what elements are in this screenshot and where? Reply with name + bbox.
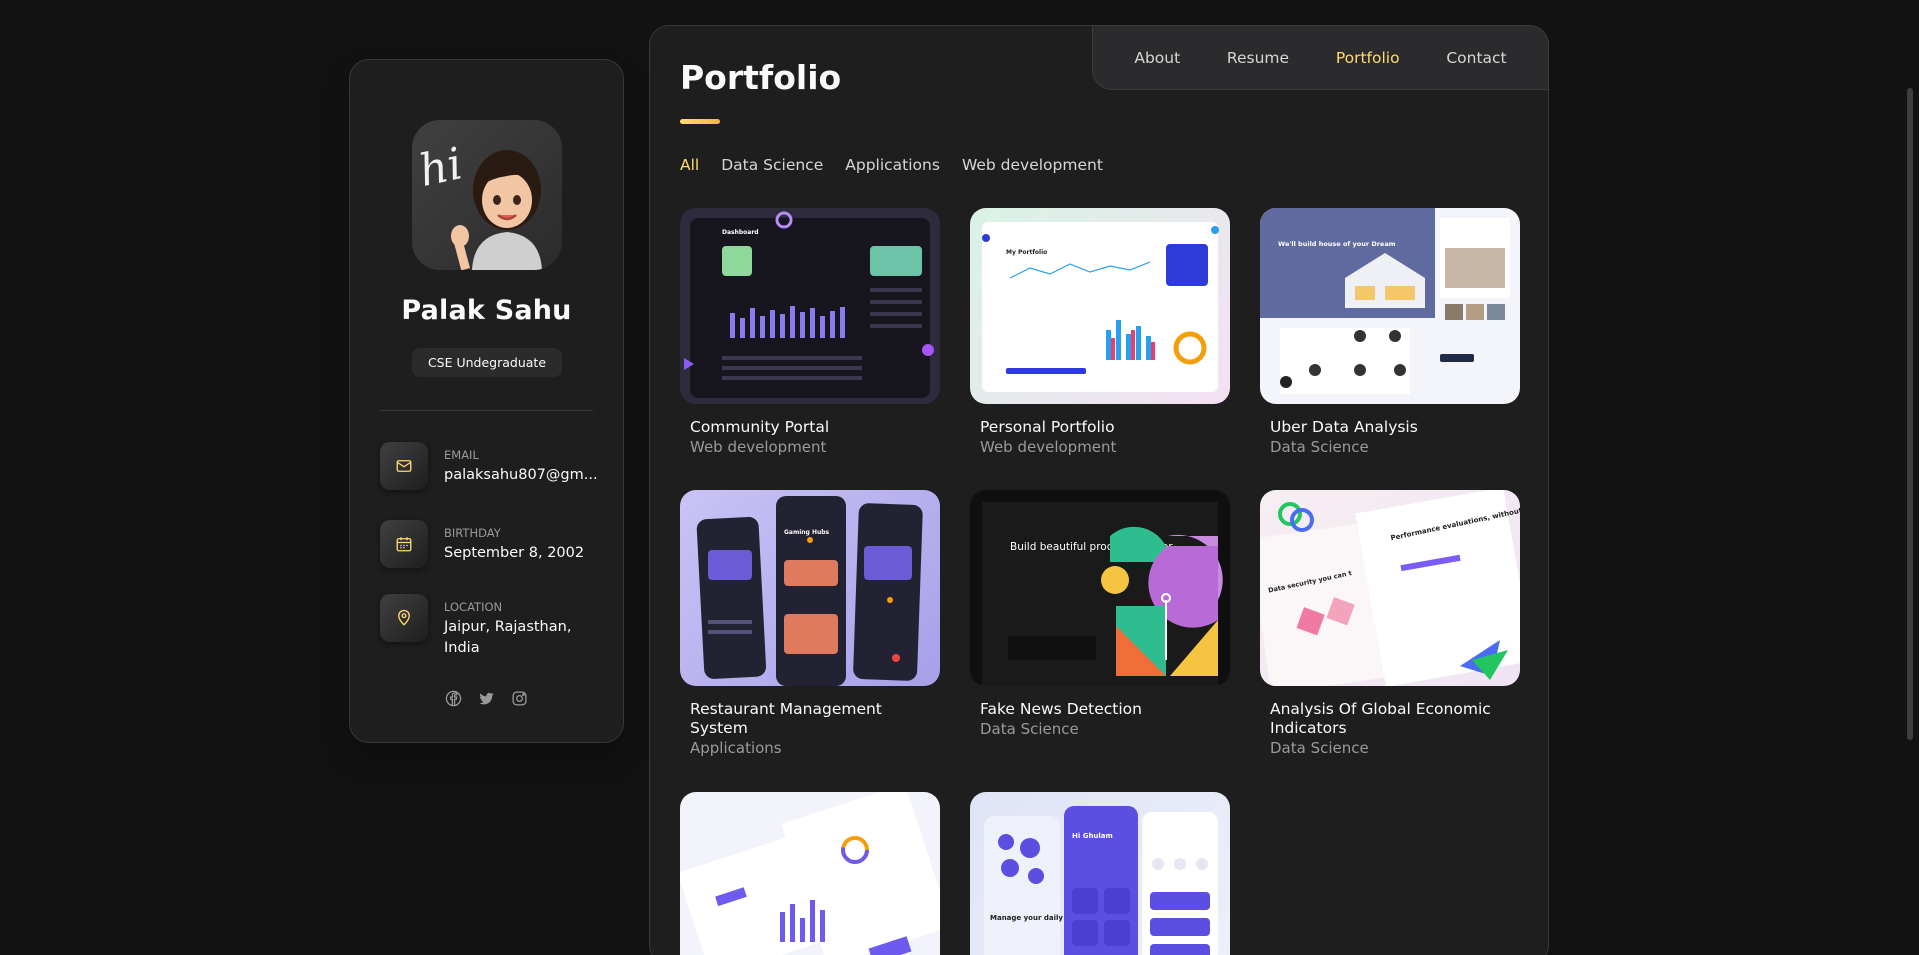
sidebar-separator	[380, 410, 593, 411]
contact-location-label: Location	[444, 600, 503, 614]
facebook-icon[interactable]	[445, 690, 462, 707]
project-card[interactable]: Data security you can t Performance eval…	[1260, 490, 1520, 757]
contact-birthday-label: Birthday	[444, 526, 501, 540]
project-title: Fake News Detection	[980, 700, 1142, 718]
mail-icon	[380, 442, 428, 490]
contact-birthday: Birthday September 8, 2002	[380, 520, 600, 580]
nav-contact[interactable]: Contact	[1446, 49, 1506, 67]
page-scrollbar[interactable]	[1907, 88, 1913, 740]
contact-email-value[interactable]: palaksahu807@gm...	[444, 465, 604, 486]
filter-all[interactable]: All	[680, 156, 699, 174]
filter-bar: All Data Science Applications Web develo…	[680, 156, 1103, 174]
avatar-hi-text: hi	[415, 138, 467, 197]
contact-birthday-value: September 8, 2002	[444, 545, 585, 561]
project-category: Web development	[980, 438, 1117, 456]
thumb-house-text: We'll build house of your Dream	[1278, 240, 1396, 248]
project-thumbnail[interactable]: We'll build house of your Dream	[1260, 208, 1520, 404]
project-card[interactable]: My Portfolio Personal Portfolio Web deve…	[970, 208, 1230, 456]
project-thumbnail[interactable]: Gaming Hubs	[680, 490, 940, 686]
nav-portfolio[interactable]: Portfolio	[1336, 49, 1400, 67]
project-thumbnail[interactable]: Data security you can t Performance eval…	[1260, 490, 1520, 686]
top-navbar: About Resume Portfolio Contact	[1092, 25, 1549, 90]
project-thumbnail[interactable]	[680, 792, 940, 955]
title-underline	[680, 119, 720, 124]
project-thumbnail[interactable]: Build beautiful products, faster.	[970, 490, 1230, 686]
project-category: Applications	[690, 739, 782, 757]
project-category: Data Science	[980, 720, 1079, 738]
profile-name: Palak Sahu	[401, 295, 572, 326]
profile-title-badge: CSE Undegraduate	[412, 348, 562, 377]
instagram-icon[interactable]	[511, 690, 528, 707]
project-title: Community Portal	[690, 418, 830, 436]
project-thumbnail[interactable]: My Portfolio	[970, 208, 1230, 404]
thumb-greeting-text: Hi Ghulam	[1072, 832, 1113, 840]
project-card[interactable]	[680, 792, 940, 955]
twitter-icon[interactable]	[478, 690, 495, 707]
project-card[interactable]: Manage your daily tasks Hi Ghulam	[970, 792, 1230, 955]
filter-applications[interactable]: Applications	[845, 156, 940, 174]
project-card[interactable]: Dashboard Community Portal Web developme…	[680, 208, 940, 456]
project-title: Personal Portfolio	[980, 418, 1115, 436]
project-category: Data Science	[1270, 438, 1369, 456]
project-category: Web development	[690, 438, 827, 456]
project-card[interactable]: Build beautiful products, faster. Fake N…	[970, 490, 1230, 738]
nav-about[interactable]: About	[1134, 49, 1180, 67]
project-thumbnail[interactable]: Dashboard	[680, 208, 940, 404]
project-card[interactable]: We'll build house of your Dream Uber Dat…	[1260, 208, 1520, 456]
thumb-gaming-text: Gaming Hubs	[784, 529, 830, 536]
social-links	[350, 690, 623, 707]
contact-email: Email palaksahu807@gm...	[380, 442, 600, 502]
project-title: Analysis Of Global Economic Indicators	[1270, 700, 1491, 737]
nav-resume[interactable]: Resume	[1227, 49, 1289, 67]
profile-sidebar: hi Palak Sahu CSE Undegraduate Email pal…	[349, 59, 624, 743]
project-category: Data Science	[1270, 739, 1369, 757]
project-thumbnail[interactable]: Manage your daily tasks Hi Ghulam	[970, 792, 1230, 955]
page-title: Portfolio	[680, 58, 842, 97]
contact-email-label: Email	[444, 448, 479, 462]
contact-location-value: Jaipur, Rajasthan, India	[444, 619, 572, 656]
location-pin-icon	[380, 594, 428, 642]
project-title: Restaurant Management System	[690, 700, 882, 737]
avatar: hi	[412, 120, 562, 270]
calendar-icon	[380, 520, 428, 568]
project-card[interactable]: Gaming Hubs Restaurant Management System…	[680, 490, 940, 757]
filter-data-science[interactable]: Data Science	[721, 156, 823, 174]
filter-web-development[interactable]: Web development	[962, 156, 1103, 174]
thumb-portfolio-text: My Portfolio	[1006, 249, 1047, 256]
project-title: Uber Data Analysis	[1270, 418, 1418, 436]
portfolio-panel: About Resume Portfolio Contact Portfolio…	[649, 25, 1549, 955]
thumb-dashboard-text: Dashboard	[722, 229, 759, 236]
contact-location: Location Jaipur, Rajasthan, India	[380, 594, 600, 656]
